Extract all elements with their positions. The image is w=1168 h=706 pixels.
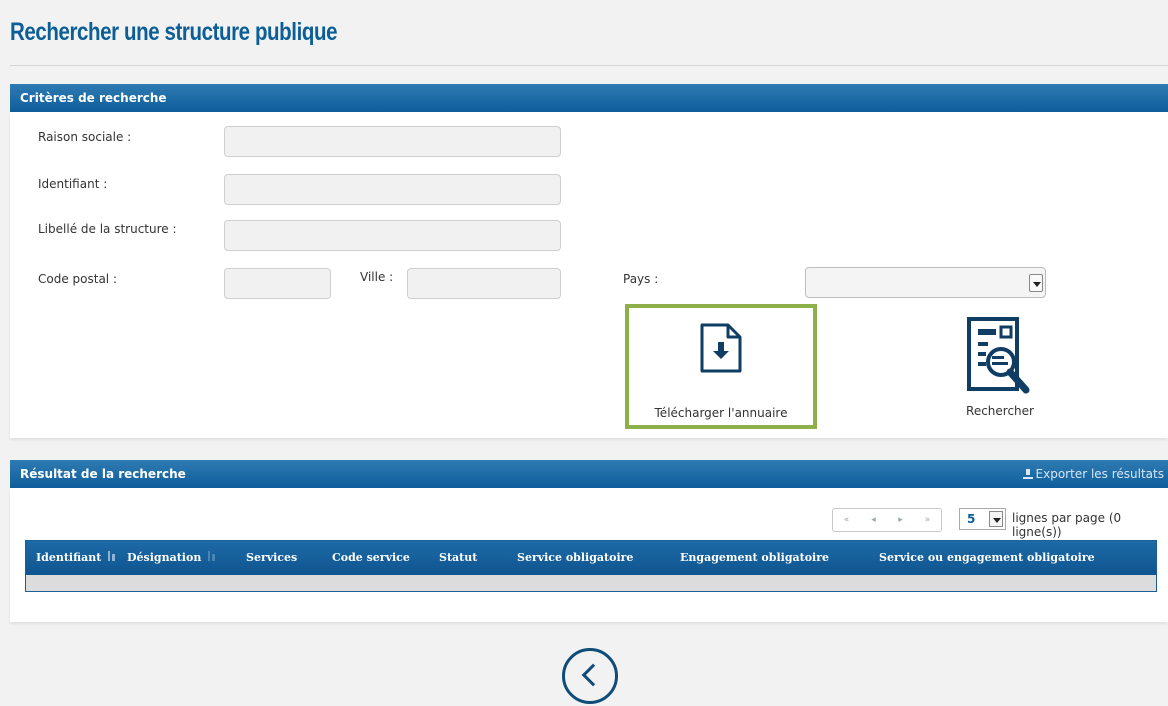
column-header: Services bbox=[246, 551, 298, 564]
column-header: Service ou engagement obligatoire bbox=[879, 551, 1095, 564]
back-button[interactable] bbox=[562, 648, 618, 704]
column-header: Service obligatoire bbox=[517, 551, 634, 564]
table-body-empty bbox=[26, 575, 1156, 591]
search-document-icon bbox=[967, 317, 1030, 394]
column-header: Code service bbox=[332, 551, 410, 564]
column-header[interactable]: Désignation bbox=[127, 551, 217, 564]
code-postal-label: Code postal : bbox=[38, 272, 117, 286]
identifiant-input[interactable] bbox=[224, 174, 561, 205]
export-icon bbox=[1022, 469, 1033, 479]
page-title: Rechercher une structure publique bbox=[10, 18, 338, 46]
pays-label: Pays : bbox=[623, 272, 659, 286]
download-directory-label: Télécharger l'annuaire bbox=[654, 406, 788, 420]
first-page-button[interactable]: « bbox=[833, 509, 860, 531]
sort-icon[interactable] bbox=[207, 551, 217, 562]
rows-per-page-select[interactable]: 5 bbox=[959, 508, 1006, 530]
ville-input[interactable] bbox=[407, 268, 561, 299]
download-directory-button[interactable]: Télécharger l'annuaire bbox=[625, 304, 817, 429]
title-divider bbox=[10, 65, 1168, 66]
file-download-icon bbox=[700, 323, 742, 373]
search-button[interactable]: Rechercher bbox=[935, 312, 1065, 422]
chevron-down-icon[interactable] bbox=[1029, 274, 1043, 292]
column-header: Engagement obligatoire bbox=[680, 551, 830, 564]
results-table: Identifiant Désignation Services Code se… bbox=[25, 540, 1157, 592]
sort-icon[interactable] bbox=[107, 551, 117, 562]
raison-sociale-input[interactable] bbox=[224, 126, 561, 157]
libelle-label: Libellé de la structure : bbox=[38, 222, 177, 236]
chevron-down-icon[interactable] bbox=[989, 511, 1003, 527]
ville-label: Ville : bbox=[360, 270, 394, 284]
prev-page-button[interactable]: ◂ bbox=[860, 509, 887, 531]
rows-per-page-label: lignes par page (0 ligne(s)) bbox=[1012, 511, 1122, 539]
export-results-label: Exporter les résultats bbox=[1035, 467, 1164, 481]
next-page-button[interactable]: ▸ bbox=[887, 509, 914, 531]
code-postal-input[interactable] bbox=[224, 268, 331, 299]
table-header: Identifiant Désignation Services Code se… bbox=[26, 541, 1156, 575]
export-results-link[interactable]: Exporter les résultats bbox=[1022, 467, 1164, 481]
libelle-input[interactable] bbox=[224, 220, 561, 251]
criteria-header: Critères de recherche bbox=[10, 84, 1168, 112]
last-page-button[interactable]: » bbox=[914, 509, 941, 531]
raison-sociale-label: Raison sociale : bbox=[38, 130, 132, 144]
results-header: Résultat de la recherche Exporter les ré… bbox=[10, 460, 1168, 488]
chevron-left-icon bbox=[581, 663, 605, 687]
pagination: « ◂ ▸ » bbox=[832, 508, 942, 532]
pays-select[interactable] bbox=[805, 267, 1046, 298]
column-header: Statut bbox=[439, 551, 478, 564]
identifiant-label: Identifiant : bbox=[38, 177, 108, 191]
results-title: Résultat de la recherche bbox=[20, 467, 186, 481]
rows-per-page-value: 5 bbox=[967, 512, 976, 526]
search-label: Rechercher bbox=[966, 404, 1034, 418]
column-header[interactable]: Identifiant bbox=[36, 551, 117, 564]
